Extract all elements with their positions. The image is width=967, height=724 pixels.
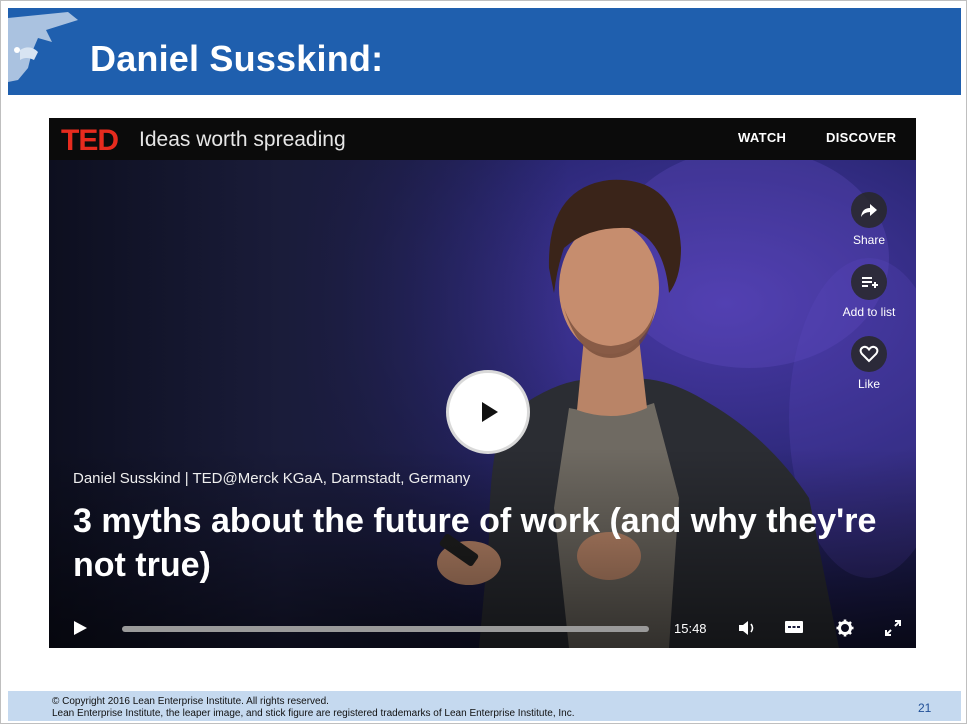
page-number: 21	[918, 701, 932, 715]
add-to-list-label: Add to list	[842, 305, 896, 319]
video-player[interactable]: TED Ideas worth spreading WATCH DISCOVER…	[49, 118, 916, 648]
video-duration: 15:48	[674, 621, 707, 636]
heart-icon	[859, 345, 879, 363]
share-button[interactable]: Share	[829, 192, 909, 247]
fullscreen-icon[interactable]	[884, 619, 902, 637]
captions-icon[interactable]	[784, 619, 804, 637]
slide-title: Daniel Susskind:	[90, 38, 384, 79]
volume-icon[interactable]	[737, 619, 757, 637]
ted-tagline: Ideas worth spreading	[139, 128, 346, 151]
trademark-line: Lean Enterprise Institute, the leaper im…	[52, 708, 575, 719]
big-play-button[interactable]	[446, 370, 530, 454]
leaper-logo-icon	[8, 12, 78, 82]
video-controls: 15:48	[49, 608, 916, 648]
like-button[interactable]: Like	[829, 336, 909, 391]
like-label: Like	[857, 377, 880, 391]
share-icon	[861, 204, 877, 217]
progress-bar[interactable]	[122, 626, 649, 632]
add-to-list-button[interactable]: Add to list	[829, 264, 909, 319]
ted-top-bar: TED Ideas worth spreading WATCH DISCOVER	[49, 118, 916, 160]
share-label: Share	[852, 233, 886, 247]
nav-discover[interactable]: DISCOVER	[826, 130, 896, 145]
play-icon	[482, 402, 498, 422]
nav-watch[interactable]: WATCH	[738, 130, 786, 145]
talk-title[interactable]: 3 myths about the future of work (and wh…	[73, 499, 893, 587]
slide-footer: © Copyright 2016 Lean Enterprise Institu…	[8, 691, 961, 721]
add-to-list-icon	[862, 277, 878, 288]
copyright-line: © Copyright 2016 Lean Enterprise Institu…	[52, 696, 329, 707]
speaker-event-line: Daniel Susskind | TED@Merck KGaA, Darmst…	[73, 470, 471, 487]
gear-icon[interactable]	[836, 619, 854, 637]
ted-logo[interactable]: TED	[61, 124, 119, 158]
play-icon[interactable]	[71, 619, 89, 637]
slide-header: Daniel Susskind:	[8, 8, 961, 95]
slide: Daniel Susskind: TED Ideas worth spreadi…	[0, 0, 967, 724]
